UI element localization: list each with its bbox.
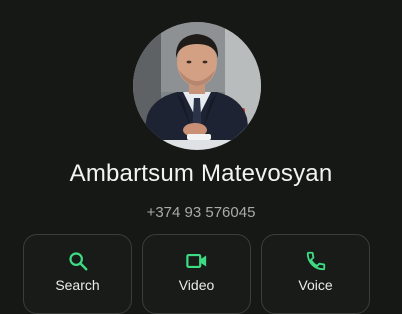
contact-name: Ambartsum Matevosyan xyxy=(69,160,333,187)
contact-phone-number: +374 93 576045 xyxy=(146,204,256,221)
contact-photo xyxy=(133,22,261,150)
search-button-label: Search xyxy=(55,277,100,293)
video-call-button[interactable]: Video xyxy=(142,234,251,314)
search-icon xyxy=(24,250,131,272)
search-button[interactable]: Search xyxy=(23,234,132,314)
video-call-button-label: Video xyxy=(178,277,215,293)
phone-icon xyxy=(262,250,369,272)
voice-call-button[interactable]: Voice xyxy=(261,234,370,314)
contact-avatar xyxy=(133,22,261,150)
voice-call-button-label: Voice xyxy=(298,277,333,293)
video-camera-icon xyxy=(143,250,250,272)
